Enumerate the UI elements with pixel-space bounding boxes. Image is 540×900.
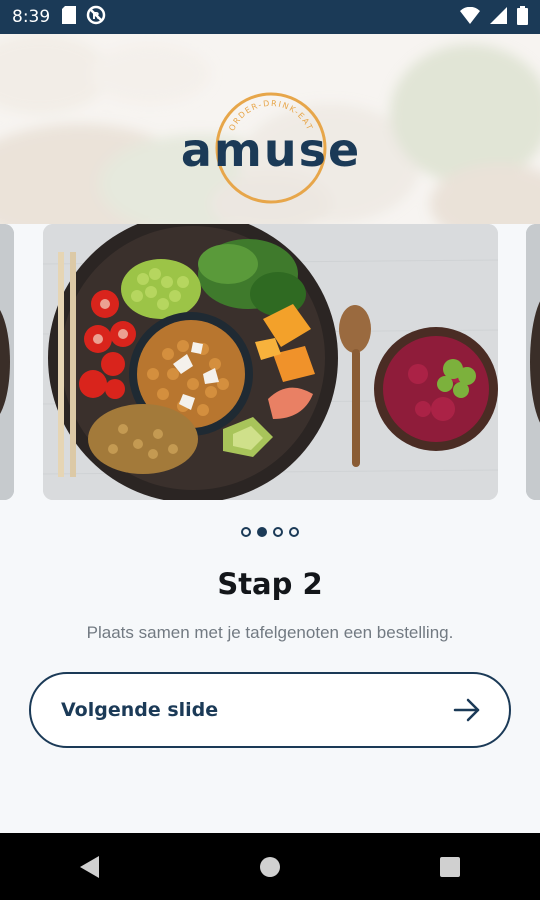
logo-wordmark: amuse: [181, 123, 361, 177]
pagination-dot-3[interactable]: [273, 527, 283, 537]
next-slide-peek[interactable]: [526, 224, 540, 500]
svg-text:R: R: [92, 11, 100, 22]
signal-icon: [490, 6, 507, 28]
recents-icon[interactable]: [420, 842, 480, 892]
pagination-dot-1[interactable]: [241, 527, 251, 537]
header-background: ORDER-DRINK-EAT amuse: [0, 34, 540, 224]
amuse-logo: ORDER-DRINK-EAT amuse: [0, 86, 540, 224]
pagination-dot-2[interactable]: [257, 527, 267, 537]
status-right-icons: [460, 5, 528, 29]
status-left-icons: R: [62, 5, 106, 29]
next-slide-button[interactable]: Volgende slide: [29, 672, 511, 748]
wifi-icon: [460, 6, 480, 28]
home-icon[interactable]: [240, 842, 300, 892]
status-time: 8:39: [12, 7, 51, 27]
food-bowl-image: [43, 224, 498, 500]
pagination-dots: [0, 527, 540, 537]
sd-card-icon: [62, 6, 77, 28]
back-icon[interactable]: [60, 842, 120, 892]
no-data-icon: R: [86, 5, 106, 29]
arrow-right-icon: [453, 698, 481, 722]
status-bar: 8:39 R: [0, 0, 540, 34]
step-title: Stap 2: [217, 567, 323, 601]
next-slide-label: Volgende slide: [61, 699, 219, 721]
previous-slide-peek[interactable]: [0, 224, 14, 500]
system-nav-bar: [0, 833, 540, 900]
step-description: Plaats samen met je tafelgenoten een bes…: [86, 623, 454, 642]
battery-icon: [517, 5, 528, 29]
image-carousel[interactable]: [0, 224, 540, 500]
pagination-dot-4[interactable]: [289, 527, 299, 537]
